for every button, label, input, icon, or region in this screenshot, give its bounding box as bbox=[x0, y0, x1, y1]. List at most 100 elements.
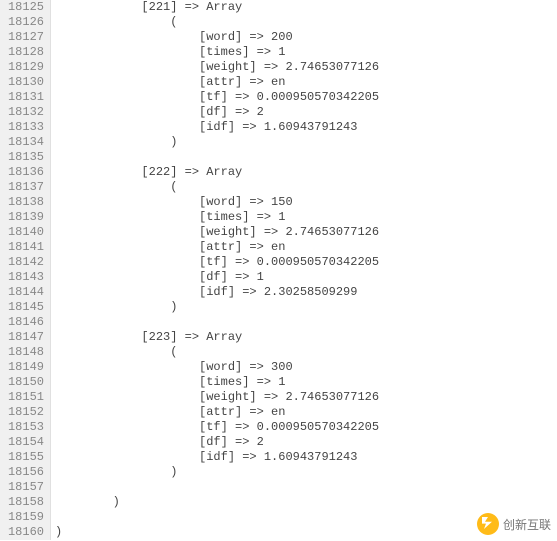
line-number: 18145 bbox=[0, 300, 51, 315]
line-number: 18151 bbox=[0, 390, 51, 405]
line-number: 18126 bbox=[0, 15, 51, 30]
code-line: 18140 [weight] => 2.74653077126 bbox=[0, 225, 557, 240]
line-number: 18149 bbox=[0, 360, 51, 375]
line-text: [222] => Array bbox=[51, 165, 242, 180]
line-number: 18133 bbox=[0, 120, 51, 135]
line-number: 18140 bbox=[0, 225, 51, 240]
code-line: 18128 [times] => 1 bbox=[0, 45, 557, 60]
line-number: 18134 bbox=[0, 135, 51, 150]
code-line: 18160) bbox=[0, 525, 557, 540]
code-line: 18158 ) bbox=[0, 495, 557, 510]
line-text: [word] => 150 bbox=[51, 195, 293, 210]
line-number: 18135 bbox=[0, 150, 51, 165]
line-text: [weight] => 2.74653077126 bbox=[51, 225, 379, 240]
line-text: [idf] => 1.60943791243 bbox=[51, 120, 357, 135]
line-text: [attr] => en bbox=[51, 405, 285, 420]
line-text: [word] => 200 bbox=[51, 30, 293, 45]
code-line: 18142 [tf] => 0.000950570342205 bbox=[0, 255, 557, 270]
line-text bbox=[51, 315, 55, 330]
line-text: [weight] => 2.74653077126 bbox=[51, 390, 379, 405]
line-text: [idf] => 1.60943791243 bbox=[51, 450, 357, 465]
code-line: 18159 bbox=[0, 510, 557, 525]
line-number: 18156 bbox=[0, 465, 51, 480]
code-line: 18144 [idf] => 2.30258509299 bbox=[0, 285, 557, 300]
line-text: ) bbox=[51, 525, 62, 540]
line-number: 18155 bbox=[0, 450, 51, 465]
line-number: 18132 bbox=[0, 105, 51, 120]
line-number: 18158 bbox=[0, 495, 51, 510]
code-line: 18154 [df] => 2 bbox=[0, 435, 557, 450]
line-number: 18141 bbox=[0, 240, 51, 255]
line-number: 18154 bbox=[0, 435, 51, 450]
code-line: 18156 ) bbox=[0, 465, 557, 480]
line-text: ) bbox=[51, 300, 177, 315]
code-line: 18138 [word] => 150 bbox=[0, 195, 557, 210]
code-line: 18143 [df] => 1 bbox=[0, 270, 557, 285]
code-line: 18141 [attr] => en bbox=[0, 240, 557, 255]
line-number: 18153 bbox=[0, 420, 51, 435]
line-number: 18144 bbox=[0, 285, 51, 300]
line-text: [times] => 1 bbox=[51, 210, 285, 225]
line-text: [weight] => 2.74653077126 bbox=[51, 60, 379, 75]
code-line: 18153 [tf] => 0.000950570342205 bbox=[0, 420, 557, 435]
line-number: 18160 bbox=[0, 525, 51, 540]
code-line: 18131 [tf] => 0.000950570342205 bbox=[0, 90, 557, 105]
line-text: [223] => Array bbox=[51, 330, 242, 345]
code-line: 18130 [attr] => en bbox=[0, 75, 557, 90]
line-text: [idf] => 2.30258509299 bbox=[51, 285, 357, 300]
code-line: 18132 [df] => 2 bbox=[0, 105, 557, 120]
code-line: 18127 [word] => 200 bbox=[0, 30, 557, 45]
code-line: 18125 [221] => Array bbox=[0, 0, 557, 15]
line-text: [times] => 1 bbox=[51, 45, 285, 60]
code-line: 18155 [idf] => 1.60943791243 bbox=[0, 450, 557, 465]
line-text: [word] => 300 bbox=[51, 360, 293, 375]
line-number: 18137 bbox=[0, 180, 51, 195]
line-text bbox=[51, 480, 55, 495]
line-text: [times] => 1 bbox=[51, 375, 285, 390]
code-line: 18147 [223] => Array bbox=[0, 330, 557, 345]
line-text: [df] => 2 bbox=[51, 105, 264, 120]
line-number: 18130 bbox=[0, 75, 51, 90]
line-number: 18150 bbox=[0, 375, 51, 390]
line-number: 18131 bbox=[0, 90, 51, 105]
line-text: [df] => 2 bbox=[51, 435, 264, 450]
code-viewer: 18125 [221] => Array18126 (18127 [word] … bbox=[0, 0, 557, 540]
code-line: 18151 [weight] => 2.74653077126 bbox=[0, 390, 557, 405]
line-number: 18146 bbox=[0, 315, 51, 330]
bolt-icon bbox=[477, 513, 499, 535]
line-text: ( bbox=[51, 345, 177, 360]
line-number: 18157 bbox=[0, 480, 51, 495]
line-number: 18148 bbox=[0, 345, 51, 360]
line-number: 18128 bbox=[0, 45, 51, 60]
code-line: 18135 bbox=[0, 150, 557, 165]
line-text bbox=[51, 150, 55, 165]
line-text: [tf] => 0.000950570342205 bbox=[51, 255, 379, 270]
code-line: 18139 [times] => 1 bbox=[0, 210, 557, 225]
line-text: [tf] => 0.000950570342205 bbox=[51, 90, 379, 105]
code-line: 18148 ( bbox=[0, 345, 557, 360]
code-line: 18145 ) bbox=[0, 300, 557, 315]
line-number: 18127 bbox=[0, 30, 51, 45]
code-line: 18126 ( bbox=[0, 15, 557, 30]
line-number: 18138 bbox=[0, 195, 51, 210]
line-number: 18136 bbox=[0, 165, 51, 180]
line-text: ) bbox=[51, 495, 120, 510]
line-number: 18139 bbox=[0, 210, 51, 225]
code-line: 18133 [idf] => 1.60943791243 bbox=[0, 120, 557, 135]
code-line: 18129 [weight] => 2.74653077126 bbox=[0, 60, 557, 75]
line-number: 18129 bbox=[0, 60, 51, 75]
code-line: 18152 [attr] => en bbox=[0, 405, 557, 420]
code-line: 18136 [222] => Array bbox=[0, 165, 557, 180]
line-number: 18152 bbox=[0, 405, 51, 420]
line-text: ) bbox=[51, 135, 177, 150]
code-line: 18150 [times] => 1 bbox=[0, 375, 557, 390]
line-text: [attr] => en bbox=[51, 240, 285, 255]
line-text: ( bbox=[51, 15, 177, 30]
code-line: 18146 bbox=[0, 315, 557, 330]
line-text bbox=[51, 510, 55, 525]
line-number: 18143 bbox=[0, 270, 51, 285]
line-number: 18142 bbox=[0, 255, 51, 270]
line-number: 18125 bbox=[0, 0, 51, 15]
line-text: ( bbox=[51, 180, 177, 195]
line-number: 18147 bbox=[0, 330, 51, 345]
